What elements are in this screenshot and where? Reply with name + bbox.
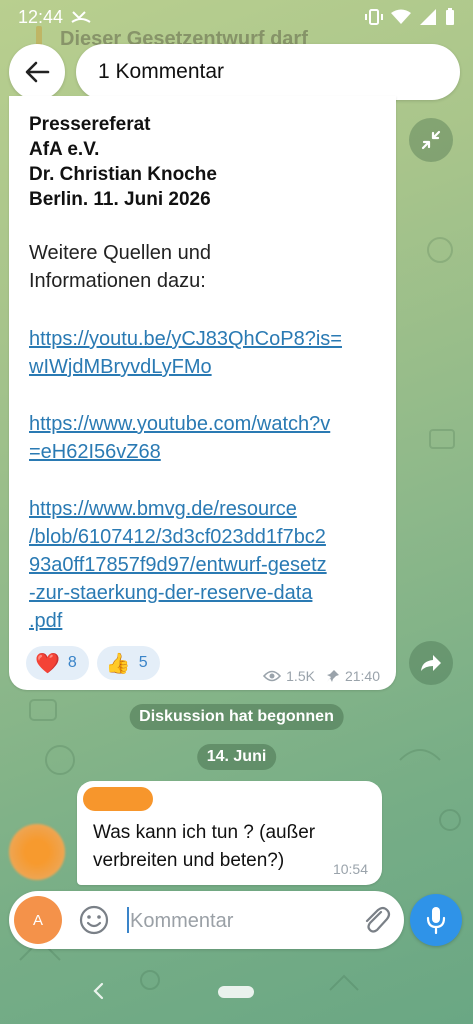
comment-bubble[interactable]: Was kann ich tun ? (außer verbreiten und… bbox=[77, 781, 382, 885]
vibrate-icon bbox=[365, 9, 383, 25]
status-time: 12:44 bbox=[18, 6, 64, 27]
eye-icon bbox=[263, 670, 282, 682]
heart-icon: ❤️ bbox=[35, 652, 60, 675]
reaction-count: 5 bbox=[138, 654, 148, 671]
link-youtube[interactable]: https://www.youtube.com/watch?v =eH62I56… bbox=[29, 410, 330, 466]
sources-intro: Weitere Quellen und Informationen dazu: bbox=[29, 239, 211, 295]
arrow-left-icon bbox=[25, 61, 50, 83]
signature-line: Pressereferat bbox=[29, 114, 151, 135]
battery-icon bbox=[446, 8, 454, 25]
link-line: https://youtu.be/yCJ83QhCoP8?is= bbox=[29, 328, 342, 350]
link-line: /blob/6107412/3d3cf023dd1f7bc2 bbox=[29, 526, 326, 548]
comment-text: Was kann ich tun ? (außer verbreiten und… bbox=[93, 819, 315, 875]
sources-line: Informationen dazu: bbox=[29, 270, 206, 292]
link-bmvg-pdf[interactable]: https://www.bmvg.de/resource /blob/61074… bbox=[29, 495, 327, 635]
call-missed-icon bbox=[71, 11, 91, 23]
channel-post[interactable]: Pressereferat AfA e.V. Dr. Christian Kno… bbox=[9, 96, 396, 690]
share-button[interactable] bbox=[409, 641, 453, 685]
comment-line: verbreiten und beten?) bbox=[93, 850, 285, 871]
post-signature: Pressereferat AfA e.V. Dr. Christian Kno… bbox=[29, 112, 217, 212]
post-meta: 1.5K 21:40 bbox=[263, 668, 380, 684]
status-icons bbox=[365, 8, 455, 26]
link-line: -zur-staerkung-der-reserve-data bbox=[29, 582, 313, 604]
collapse-button[interactable] bbox=[409, 118, 453, 162]
signal-icon bbox=[420, 9, 436, 25]
thumbs-up-icon: 👍 bbox=[105, 652, 131, 675]
sources-line: Weitere Quellen und bbox=[29, 242, 211, 264]
collapse-arrows-icon bbox=[421, 130, 441, 150]
comment-author-redacted bbox=[83, 787, 153, 811]
page-title: 1 Kommentar bbox=[98, 60, 225, 83]
comment-line: Was kann ich tun ? (außer bbox=[93, 822, 316, 843]
reaction-thumbs-up[interactable]: 👍 5 bbox=[96, 646, 160, 680]
link-line: https://www.bmvg.de/resource bbox=[29, 498, 297, 520]
post-time: 21:40 bbox=[344, 668, 380, 684]
discussion-started-badge: Diskussion hat begonnen bbox=[129, 704, 344, 730]
link-line: 93a0ff17857f9d97/entwurf-gesetz bbox=[29, 554, 327, 576]
link-line: =eH62I56vZ68 bbox=[29, 441, 161, 463]
link-line: https://www.youtube.com/watch?v bbox=[29, 413, 331, 435]
view-count: 1.5K bbox=[286, 668, 315, 684]
back-button[interactable] bbox=[9, 44, 65, 100]
link-line: .pdf bbox=[29, 610, 63, 632]
emoji-icon[interactable] bbox=[78, 904, 110, 936]
comment-time: 10:54 bbox=[332, 861, 368, 877]
signature-line: AfA e.V. bbox=[29, 139, 100, 160]
pin-icon bbox=[326, 670, 339, 682]
date-badge: 14. Juni bbox=[196, 744, 277, 770]
microphone-icon bbox=[426, 907, 446, 934]
reactions: ❤️ 8 👍 5 bbox=[26, 646, 160, 680]
comment-input[interactable] bbox=[128, 903, 362, 939]
signature-line: Dr. Christian Knoche bbox=[29, 164, 217, 185]
microphone-button[interactable] bbox=[410, 894, 462, 946]
link-line: wIWjdMBryvdLyFMo bbox=[29, 356, 212, 378]
signature-line: Berlin. 11. Juni 2026 bbox=[29, 189, 211, 210]
share-arrow-icon bbox=[421, 655, 441, 671]
link-youtu-be[interactable]: https://youtu.be/yCJ83QhCoP8?is= wIWjdMB… bbox=[29, 325, 342, 381]
reaction-heart[interactable]: ❤️ 8 bbox=[26, 646, 89, 680]
nav-back-icon[interactable] bbox=[92, 982, 104, 1000]
pinned-message-bar bbox=[36, 26, 42, 46]
avatar[interactable] bbox=[9, 824, 65, 880]
wifi-icon bbox=[391, 9, 411, 24]
send-as-avatar[interactable]: A bbox=[14, 896, 62, 944]
comment-input-bar: A bbox=[9, 891, 404, 949]
reaction-count: 8 bbox=[67, 654, 77, 671]
paperclip-icon[interactable] bbox=[361, 904, 391, 936]
header-title-pill[interactable]: 1 Kommentar bbox=[76, 44, 460, 100]
nav-home-handle[interactable] bbox=[218, 986, 254, 998]
